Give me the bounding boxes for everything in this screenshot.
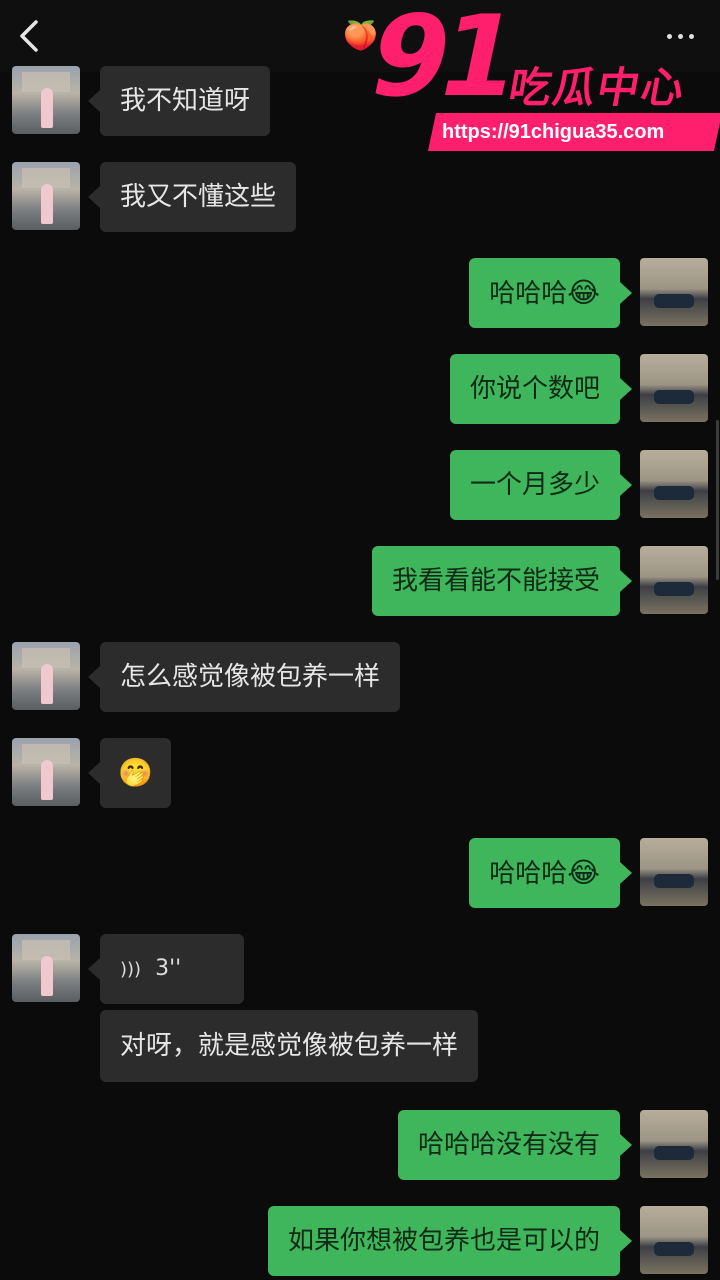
- message-text: 如果你想被包养也是可以的: [287, 1226, 600, 1256]
- message-bubble-outgoing[interactable]: 一个月多少: [449, 450, 633, 520]
- watermark-url-badge: https://91chigua35.com: [427, 113, 720, 151]
- voice-message[interactable]: ))) 3'': [88, 934, 244, 1004]
- message-bubble-incoming[interactable]: 对呀，就是感觉像被包养一样: [100, 1010, 479, 1082]
- message-text: 我又不懂这些: [120, 182, 277, 212]
- watermark-logo: 91 吃瓜中心 https://91chigua35.com: [358, 0, 720, 152]
- message-text: 我看看能不能接受: [391, 566, 600, 596]
- my-avatar[interactable]: [640, 354, 708, 422]
- message-bubble-incoming[interactable]: 怎么感觉像被包养一样: [87, 642, 401, 712]
- message-text: 哈哈哈: [489, 279, 568, 309]
- contact-avatar[interactable]: [12, 738, 80, 806]
- my-avatar[interactable]: [640, 258, 708, 326]
- message-text: 你说个数吧: [469, 374, 600, 404]
- voice-wave-icon: ))): [120, 959, 142, 980]
- laughing-emoji-icon: 😂: [567, 856, 600, 889]
- message-text: 一个月多少: [469, 470, 600, 500]
- message-bubble-incoming[interactable]: 🤭: [88, 738, 171, 808]
- message-bubble-incoming[interactable]: 我不知道呀: [87, 66, 271, 136]
- laughing-emoji-icon: 😂: [567, 276, 600, 309]
- message-text: 怎么感觉像被包养一样: [120, 662, 381, 692]
- scrollbar[interactable]: [716, 420, 719, 580]
- my-avatar[interactable]: [640, 1110, 708, 1178]
- contact-avatar[interactable]: [12, 162, 80, 230]
- message-bubble-outgoing[interactable]: 你说个数吧: [449, 354, 633, 424]
- message-bubble-outgoing[interactable]: 哈哈哈😂: [469, 838, 632, 908]
- my-avatar[interactable]: [640, 546, 708, 614]
- giggle-emoji-icon: 🤭: [118, 756, 153, 789]
- message-bubble-outgoing[interactable]: 我看看能不能接受: [371, 546, 633, 616]
- contact-avatar[interactable]: [12, 642, 80, 710]
- message-bubble-outgoing[interactable]: 如果你想被包养也是可以的: [267, 1206, 633, 1276]
- message-text: 哈哈哈没有没有: [417, 1130, 600, 1160]
- message-bubble-outgoing[interactable]: 哈哈哈😂: [469, 258, 632, 328]
- watermark-url: https://91chigua35.com: [442, 121, 665, 143]
- message-bubble-incoming[interactable]: 我又不懂这些: [87, 162, 297, 232]
- watermark-brand: 91: [358, 0, 522, 122]
- message-bubble-outgoing[interactable]: 哈哈哈没有没有: [397, 1110, 633, 1180]
- contact-avatar[interactable]: [12, 66, 80, 134]
- watermark-text: 吃瓜中心: [505, 63, 690, 112]
- my-avatar[interactable]: [640, 1206, 708, 1274]
- contact-avatar[interactable]: [12, 934, 80, 1002]
- message-text: 哈哈哈: [489, 859, 568, 889]
- chevron-left-icon[interactable]: [14, 18, 46, 54]
- my-avatar[interactable]: [640, 450, 708, 518]
- voice-duration: 3'': [155, 956, 182, 981]
- message-text: 对呀，就是感觉像被包养一样: [120, 1031, 459, 1061]
- message-text: 我不知道呀: [120, 86, 251, 116]
- my-avatar[interactable]: [640, 838, 708, 906]
